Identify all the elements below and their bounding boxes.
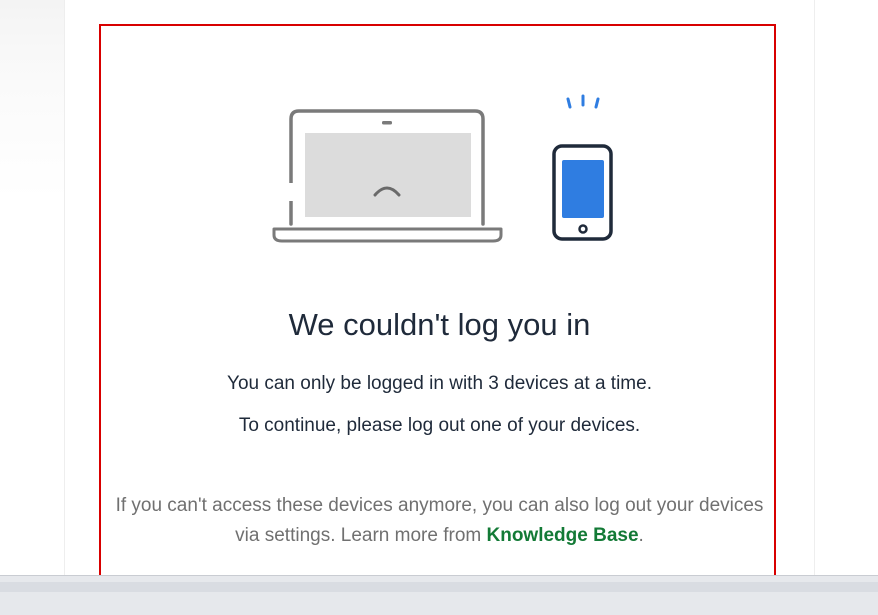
login-error-panel: We couldn't log you in You can only be l… — [99, 24, 776, 604]
help-text-body: If you can't access these devices anymor… — [115, 495, 764, 546]
device-limit-illustration — [272, 94, 613, 243]
page: We couldn't log you in You can only be l… — [0, 0, 878, 615]
help-text-suffix: . — [638, 525, 644, 546]
phone-vibrating-icon — [552, 94, 613, 241]
bottom-bar — [0, 575, 878, 615]
device-limit-message: You can only be logged in with 3 devices… — [227, 373, 652, 394]
bottom-strip — [0, 582, 878, 592]
instruction-message: To continue, please log out one of your … — [238, 415, 641, 436]
column-divider-right — [814, 0, 815, 575]
help-text: If you can't access these devices anymor… — [111, 491, 768, 551]
column-divider-left — [64, 0, 65, 575]
laptop-sad-icon — [272, 109, 503, 243]
knowledge-base-link[interactable]: Knowledge Base — [487, 525, 639, 546]
dialog-title: We couldn't log you in — [288, 307, 591, 342]
left-background — [0, 0, 64, 575]
